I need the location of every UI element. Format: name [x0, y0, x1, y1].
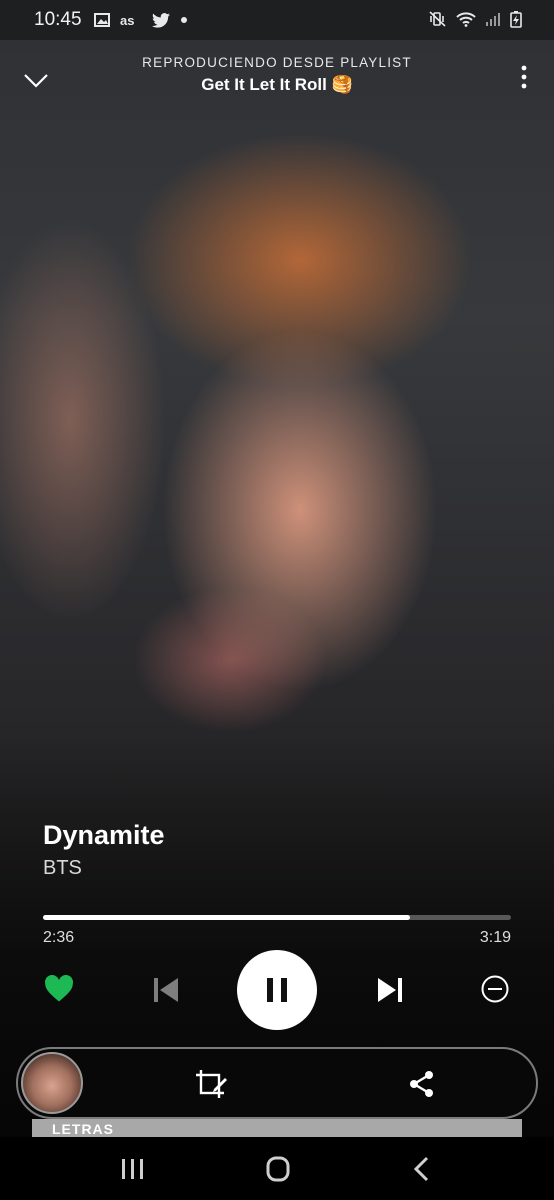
playlist-name[interactable]: Get It Let It Roll 🥞 — [0, 75, 554, 95]
progress-bar[interactable] — [43, 915, 511, 920]
mute-vibrate-icon — [429, 11, 446, 27]
progress-fill — [43, 915, 410, 920]
track-artist[interactable]: BTS — [43, 857, 82, 880]
elapsed-time: 2:36 — [43, 929, 75, 946]
previous-button[interactable] — [148, 972, 184, 1008]
pause-icon — [267, 978, 287, 1002]
battery-charging-icon — [510, 11, 522, 28]
home-icon[interactable] — [258, 1153, 298, 1185]
devices-connect-icon[interactable] — [194, 1069, 228, 1099]
twitter-icon — [151, 12, 170, 28]
playback-controls — [0, 950, 554, 1030]
svg-text:as: as — [120, 13, 134, 27]
wifi-icon — [456, 12, 476, 27]
pause-button[interactable] — [237, 950, 317, 1030]
more-options-icon[interactable] — [514, 62, 534, 92]
now-playing-header: REPRODUCIENDO DESDE PLAYLIST Get It Let … — [0, 48, 554, 108]
status-bar: 10:45 as — [0, 0, 554, 40]
share-icon[interactable] — [407, 1069, 437, 1099]
image-icon — [93, 13, 110, 27]
total-time: 3:19 — [479, 929, 511, 946]
canvas-thumbnail[interactable] — [21, 1052, 83, 1114]
signal-icon — [486, 13, 500, 26]
back-icon[interactable] — [402, 1153, 442, 1185]
lastfm-icon: as — [120, 13, 134, 27]
skip-previous-icon — [154, 978, 178, 1002]
track-title[interactable]: Dynamite — [43, 820, 165, 851]
hide-song-button[interactable] — [478, 972, 512, 1006]
heart-icon — [45, 975, 73, 1002]
bottom-action-bar — [16, 1047, 538, 1119]
playing-from-label: REPRODUCIENDO DESDE PLAYLIST — [142, 55, 412, 70]
lyrics-card[interactable]: LETRAS — [32, 1119, 522, 1137]
recent-apps-icon[interactable] — [113, 1153, 153, 1185]
like-button[interactable] — [42, 972, 76, 1006]
status-time: 10:45 — [34, 9, 82, 30]
lyrics-label: LETRAS — [52, 1121, 114, 1137]
next-button[interactable] — [372, 972, 408, 1008]
skip-next-icon — [378, 978, 402, 1002]
system-nav-bar — [0, 1137, 554, 1200]
dot-icon — [180, 17, 187, 23]
minus-circle-icon — [481, 975, 509, 1003]
